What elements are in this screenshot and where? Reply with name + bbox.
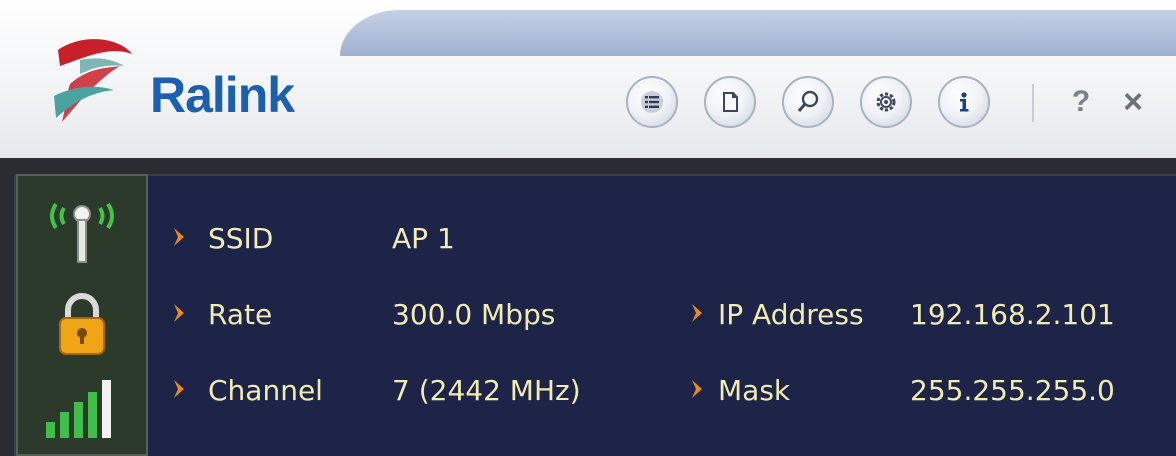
rate-bullet-icon: [174, 304, 184, 322]
document-icon: [723, 92, 738, 112]
channel-value: 7 (2442 MHz): [392, 374, 581, 407]
rate-label: Rate: [208, 298, 273, 331]
list-icon: [641, 91, 663, 113]
mask-label: Mask: [718, 374, 791, 407]
ip-address-label: IP Address: [718, 298, 864, 331]
antenna-cell: [18, 190, 146, 266]
ssid-bullet-icon: [174, 228, 184, 246]
mask-bullet-icon: [692, 380, 702, 398]
ssid-value: AP 1: [392, 222, 455, 255]
rate-value: 300.0 Mbps: [392, 298, 556, 331]
brand-name: Ralink: [150, 67, 295, 123]
settings-button[interactable]: [860, 76, 912, 128]
ralink-logo-icon: [54, 39, 132, 122]
help-button[interactable]: ?: [1064, 82, 1098, 122]
list-button[interactable]: [626, 76, 678, 128]
lock-icon: [59, 293, 105, 355]
ip-address-value: 192.168.2.101: [910, 298, 1115, 331]
signal-cell: [18, 374, 146, 442]
search-button[interactable]: [782, 76, 834, 128]
status-icon-column: [16, 174, 148, 456]
lock-cell: [18, 288, 146, 358]
document-button[interactable]: [704, 76, 756, 128]
search-icon: [797, 90, 819, 112]
antenna-icon: [50, 202, 114, 263]
channel-bullet-icon: [174, 380, 184, 398]
gear-icon: [876, 92, 896, 112]
channel-label: Channel: [208, 374, 323, 407]
header: Ralink ? ×: [0, 0, 1176, 158]
ssid-label: SSID: [208, 222, 274, 255]
toolbar-separator: [1032, 84, 1034, 122]
signal-strength-icon: [46, 380, 111, 438]
header-tab-strip: [340, 10, 1176, 56]
mask-value: 255.255.255.0: [910, 374, 1115, 407]
status-panel: SSID AP 1 Rate 300.0 Mbps Channel 7 (244…: [0, 158, 1176, 456]
close-button[interactable]: ×: [1116, 82, 1150, 122]
info-icon: [960, 92, 969, 112]
ip-bullet-icon: [692, 304, 702, 322]
about-button[interactable]: [938, 76, 990, 128]
